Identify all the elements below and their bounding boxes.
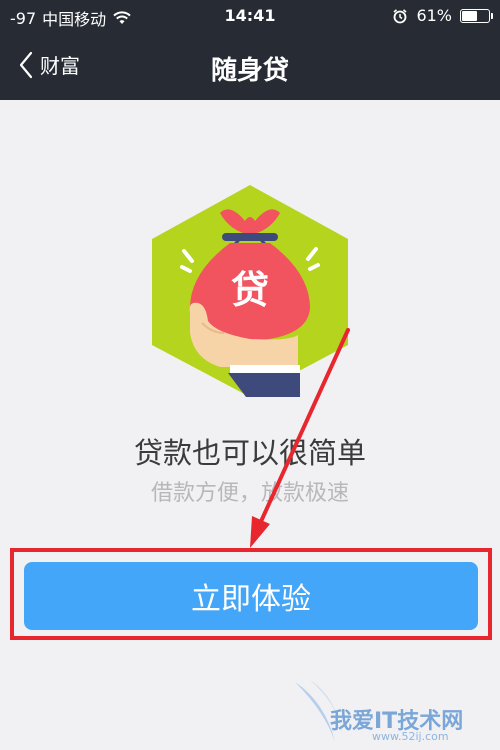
battery-fill (462, 10, 477, 21)
alarm-icon (393, 8, 407, 23)
watermark-url: www.52ij.com (372, 730, 449, 743)
status-bar: -97 中国移动 14:41 61% (0, 0, 500, 32)
battery-percent: 61% (416, 6, 452, 25)
bag-tie (222, 233, 278, 241)
loan-illustration: 贷 (152, 185, 348, 397)
status-right: 61% (392, 6, 493, 25)
headline: 贷款也可以很简单 (133, 436, 366, 470)
sleeve (228, 373, 300, 397)
shirt-cuff (230, 365, 300, 373)
battery-icon (460, 8, 493, 23)
bag-label: 贷 (231, 270, 269, 312)
try-now-button[interactable]: 立即体验 (24, 562, 478, 630)
page-title: 随身贷 (210, 56, 289, 86)
subline: 借款方便，放款极速 (150, 481, 349, 506)
nav-bar: 财富 随身贷 (0, 32, 500, 100)
